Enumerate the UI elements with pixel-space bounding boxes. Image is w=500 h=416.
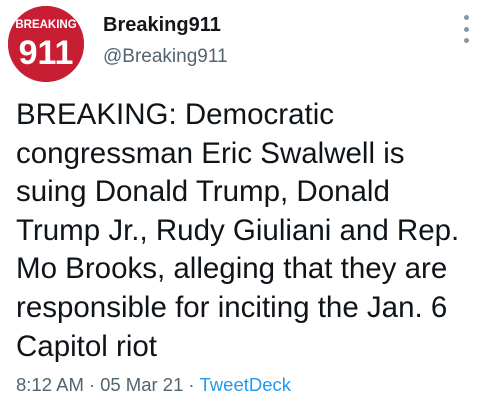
tweet-text-line: Trump Jr., Rudy Giuliani and Rep. bbox=[16, 213, 460, 247]
display-name[interactable]: Breaking911 bbox=[103, 14, 221, 37]
more-dot bbox=[463, 26, 469, 32]
user-handle[interactable]: @Breaking911 bbox=[103, 46, 228, 68]
more-dot bbox=[463, 38, 469, 43]
meta-separator: · bbox=[88, 374, 96, 395]
svg-text:911: 911 bbox=[19, 34, 74, 72]
tweet-text: BREAKING: Democratic congressman Eric Sw… bbox=[16, 96, 490, 366]
tweet-source-link[interactable]: TweetDeck bbox=[200, 374, 292, 395]
tweet-text-line: Mo Brooks, alleging that they are bbox=[16, 252, 448, 286]
tweet-text-line: Capitol riot bbox=[16, 329, 158, 363]
tweet-text-line: suing Donald Trump, Donald bbox=[16, 175, 390, 209]
svg-text:BREAKING: BREAKING bbox=[15, 19, 76, 31]
tweet-meta: 8:12 AM · 05 Mar 21 · TweetDeck bbox=[16, 374, 291, 396]
tweet-text-line: responsible for inciting the Jan. 6 bbox=[16, 290, 448, 324]
tweet-text-line: BREAKING: Democratic bbox=[16, 98, 335, 131]
more-dot bbox=[463, 15, 469, 20]
meta-separator: · bbox=[188, 374, 195, 395]
tweet: BREAKING 911 Breaking911 @Breaking911 BR… bbox=[0, 0, 500, 416]
tweet-time[interactable]: 8:12 AM bbox=[16, 374, 84, 395]
breaking911-logo: BREAKING 911 bbox=[8, 6, 84, 82]
tweet-date[interactable]: 05 Mar 21 bbox=[100, 374, 183, 395]
avatar[interactable]: BREAKING 911 bbox=[8, 6, 84, 82]
more-vertical-icon[interactable] bbox=[456, 12, 476, 46]
tweet-text-line: congressman Eric Swalwell is bbox=[16, 136, 405, 170]
